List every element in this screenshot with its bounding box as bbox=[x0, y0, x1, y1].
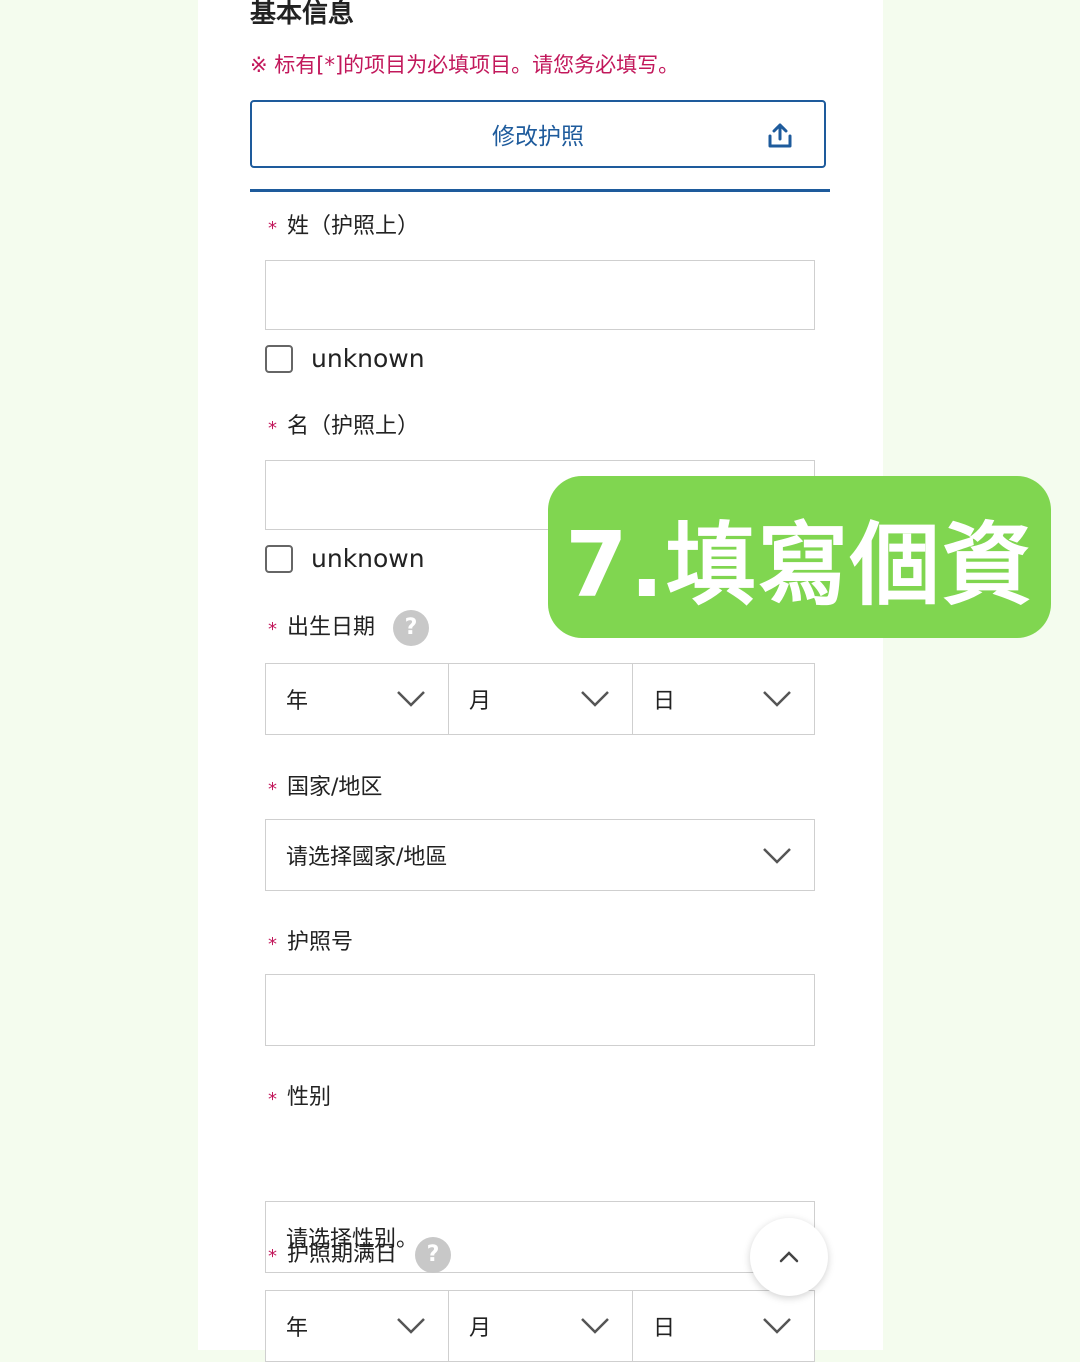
first-name-label: * 名（护照上） bbox=[268, 412, 419, 442]
last-name-label: * 姓（护照上） bbox=[268, 212, 419, 242]
birth-month-select[interactable]: 月 bbox=[449, 663, 633, 735]
scroll-to-top-button[interactable] bbox=[750, 1218, 828, 1296]
birth-date-selects: 年 月 日 bbox=[265, 663, 815, 735]
section-title: 基本信息 bbox=[250, 0, 355, 29]
help-icon[interactable]: ? bbox=[393, 610, 430, 646]
last-name-unknown-row[interactable]: unknown bbox=[265, 344, 425, 373]
expiry-year-select[interactable]: 年 bbox=[265, 1290, 449, 1362]
chevron-down-icon bbox=[397, 1318, 425, 1334]
gender-label-text: 性别 bbox=[287, 1085, 332, 1110]
expiry-month-select[interactable]: 月 bbox=[449, 1290, 633, 1362]
upload-icon bbox=[768, 123, 792, 148]
birth-day-value: 日 bbox=[653, 689, 676, 714]
expiry-date-label: * 护照期满日 ? bbox=[268, 1237, 452, 1273]
country-label: * 国家/地区 bbox=[268, 773, 382, 803]
chevron-down-icon bbox=[763, 848, 791, 864]
country-select[interactable]: 请选择國家/地區 bbox=[265, 819, 815, 891]
required-mark: * bbox=[268, 934, 277, 955]
edit-passport-button[interactable]: 修改护照 bbox=[250, 100, 826, 168]
birth-day-select[interactable]: 日 bbox=[633, 663, 815, 735]
chevron-down-icon bbox=[581, 691, 609, 707]
step-banner-text: 7.填寫個資 bbox=[565, 513, 1034, 618]
expiry-date-selects: 年 月 日 bbox=[265, 1290, 815, 1362]
chevron-up-icon bbox=[779, 1251, 799, 1263]
required-mark: * bbox=[268, 218, 277, 239]
chevron-down-icon bbox=[397, 691, 425, 707]
birth-date-label: * 出生日期 ? bbox=[268, 610, 430, 646]
first-name-unknown-row[interactable]: unknown bbox=[265, 544, 425, 573]
required-note: ※ 标有[*]的项目为必填项目。请您务必填写。 bbox=[250, 53, 680, 77]
required-mark: * bbox=[268, 619, 277, 640]
help-icon[interactable]: ? bbox=[415, 1237, 452, 1273]
expiry-month-value: 月 bbox=[469, 1316, 492, 1341]
birth-year-value: 年 bbox=[286, 689, 309, 714]
last-name-label-text: 姓（护照上） bbox=[287, 214, 420, 239]
chevron-down-icon bbox=[763, 1318, 791, 1334]
last-name-unknown-checkbox[interactable] bbox=[265, 344, 293, 373]
birth-year-select[interactable]: 年 bbox=[265, 663, 449, 735]
gender-label: * 性别 bbox=[268, 1083, 331, 1113]
country-placeholder: 请选择國家/地區 bbox=[286, 845, 448, 870]
passport-number-input[interactable] bbox=[265, 974, 815, 1046]
passport-number-label: * 护照号 bbox=[268, 928, 353, 958]
birth-date-label-text: 出生日期 bbox=[287, 615, 376, 640]
expiry-day-select[interactable]: 日 bbox=[633, 1290, 815, 1362]
first-name-unknown-checkbox[interactable] bbox=[265, 544, 293, 573]
first-name-label-text: 名（护照上） bbox=[287, 414, 420, 439]
required-mark: * bbox=[268, 418, 277, 439]
step-banner: 7.填寫個資 bbox=[548, 476, 1051, 638]
required-mark: * bbox=[268, 1246, 277, 1267]
passport-number-label-text: 护照号 bbox=[287, 930, 354, 955]
birth-month-value: 月 bbox=[469, 689, 492, 714]
expiry-date-label-text: 护照期满日 bbox=[287, 1242, 398, 1267]
chevron-down-icon bbox=[763, 691, 791, 707]
edit-passport-label: 修改护照 bbox=[492, 124, 584, 150]
expiry-year-value: 年 bbox=[286, 1316, 309, 1341]
last-name-unknown-label: unknown bbox=[311, 344, 425, 373]
country-label-text: 国家/地区 bbox=[287, 775, 383, 800]
expiry-day-value: 日 bbox=[653, 1316, 676, 1341]
section-divider bbox=[250, 189, 830, 192]
required-mark: * bbox=[268, 779, 277, 800]
last-name-input[interactable] bbox=[265, 260, 815, 330]
first-name-unknown-label: unknown bbox=[311, 544, 425, 573]
required-mark: * bbox=[268, 1089, 277, 1110]
chevron-down-icon bbox=[581, 1318, 609, 1334]
